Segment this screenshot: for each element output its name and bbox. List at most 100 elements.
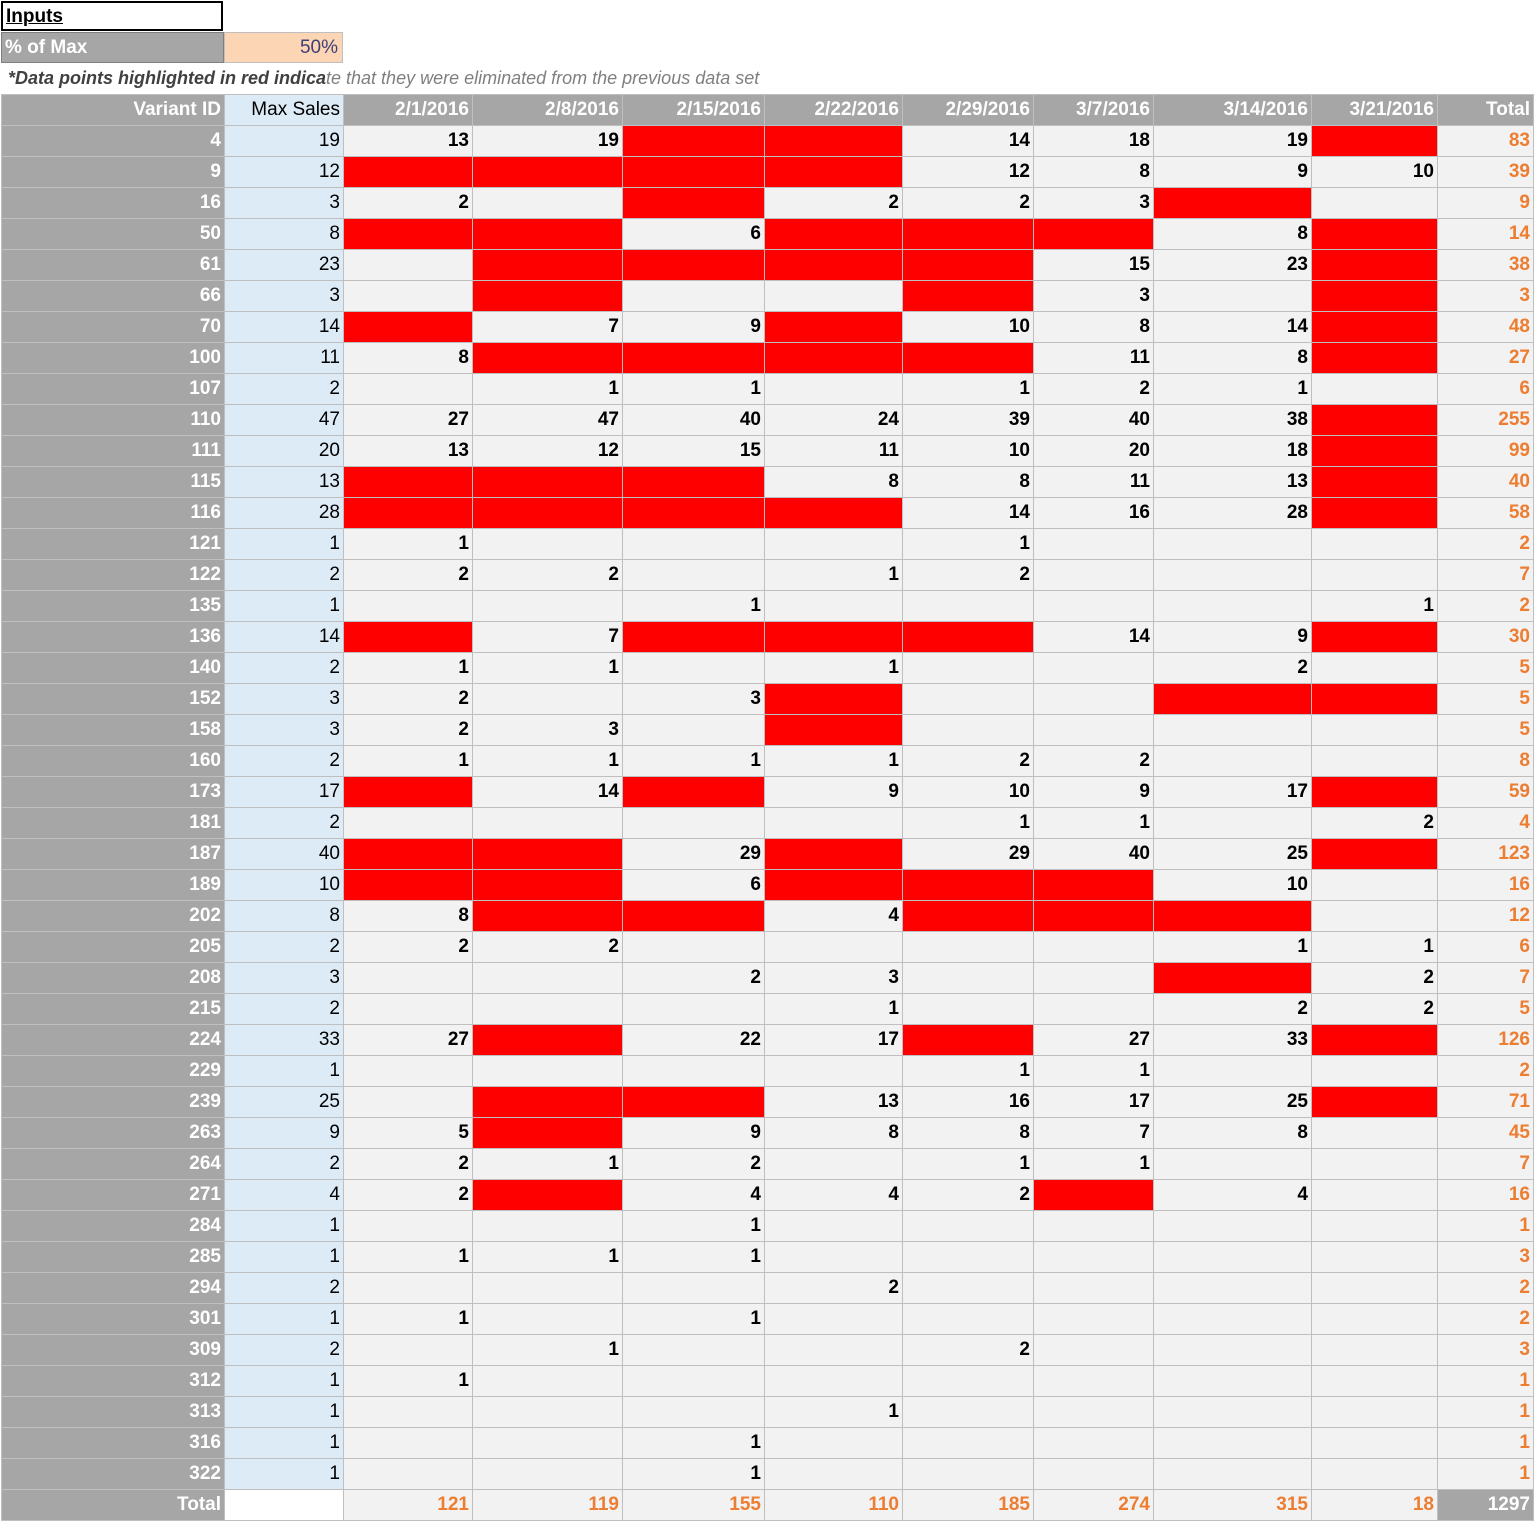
sales-cell[interactable]: 18	[1153, 435, 1312, 467]
sales-cell[interactable]: 2	[622, 1148, 765, 1180]
eliminated-cell[interactable]	[764, 249, 903, 281]
row-total-cell[interactable]: 1	[1437, 1210, 1534, 1242]
variant-id-cell[interactable]: 322	[1, 1458, 225, 1490]
sales-cell[interactable]: 9	[622, 1117, 765, 1149]
sales-cell[interactable]: 1	[1153, 373, 1312, 405]
sales-cell[interactable]: 2	[343, 559, 473, 591]
sales-cell[interactable]: 1	[1153, 931, 1312, 963]
sales-cell[interactable]	[1311, 559, 1438, 591]
sales-cell[interactable]: 2	[902, 1179, 1034, 1211]
eliminated-cell[interactable]	[472, 280, 623, 312]
week-total-cell[interactable]: 110	[764, 1489, 903, 1521]
variant-id-cell[interactable]: 135	[1, 590, 225, 622]
sales-cell[interactable]: 12	[902, 156, 1034, 188]
row-total-cell[interactable]: 30	[1437, 621, 1534, 653]
sales-cell[interactable]: 1	[1033, 1148, 1154, 1180]
sales-cell[interactable]: 2	[1311, 807, 1438, 839]
sales-cell[interactable]: 13	[343, 125, 473, 157]
variant-id-cell[interactable]: 121	[1, 528, 225, 560]
grand-total-cell[interactable]: 1297	[1437, 1489, 1534, 1521]
sales-cell[interactable]: 10	[1311, 156, 1438, 188]
eliminated-cell[interactable]	[472, 249, 623, 281]
variant-id-cell[interactable]: 100	[1, 342, 225, 374]
sales-cell[interactable]: 1	[902, 1148, 1034, 1180]
header-date[interactable]: 2/15/2016	[622, 94, 765, 126]
sales-cell[interactable]: 23	[1153, 249, 1312, 281]
max-sales-cell[interactable]: 33	[224, 1024, 344, 1056]
sales-cell[interactable]: 1	[622, 590, 765, 622]
sales-cell[interactable]	[764, 1334, 903, 1366]
sales-cell[interactable]: 1	[622, 1458, 765, 1490]
sales-cell[interactable]: 2	[622, 962, 765, 994]
eliminated-cell[interactable]	[343, 869, 473, 901]
variant-id-cell[interactable]: 263	[1, 1117, 225, 1149]
sales-cell[interactable]: 14	[472, 776, 623, 808]
eliminated-cell[interactable]	[902, 900, 1034, 932]
sales-cell[interactable]: 8	[1033, 156, 1154, 188]
max-sales-cell[interactable]: 9	[224, 1117, 344, 1149]
sales-cell[interactable]	[1311, 1396, 1438, 1428]
sales-cell[interactable]	[472, 1365, 623, 1397]
sales-cell[interactable]	[343, 993, 473, 1025]
week-total-cell[interactable]: 155	[622, 1489, 765, 1521]
sales-cell[interactable]: 16	[902, 1086, 1034, 1118]
sales-cell[interactable]: 1	[1311, 590, 1438, 622]
sales-cell[interactable]: 29	[622, 838, 765, 870]
sales-cell[interactable]	[1153, 559, 1312, 591]
eliminated-cell[interactable]	[764, 218, 903, 250]
max-sales-cell[interactable]: 20	[224, 435, 344, 467]
sales-cell[interactable]: 1	[764, 1396, 903, 1428]
header-date[interactable]: 2/1/2016	[343, 94, 473, 126]
sales-cell[interactable]: 8	[764, 1117, 903, 1149]
sales-cell[interactable]	[622, 1272, 765, 1304]
sales-cell[interactable]: 40	[1033, 404, 1154, 436]
header-total[interactable]: Total	[1437, 94, 1534, 126]
sales-cell[interactable]: 2	[472, 559, 623, 591]
sales-cell[interactable]	[1033, 1396, 1154, 1428]
sales-cell[interactable]	[1311, 187, 1438, 219]
max-sales-cell[interactable]: 12	[224, 156, 344, 188]
sales-cell[interactable]: 4	[764, 1179, 903, 1211]
sales-cell[interactable]: 17	[1033, 1086, 1154, 1118]
eliminated-cell[interactable]	[1311, 311, 1438, 343]
sales-cell[interactable]	[1311, 373, 1438, 405]
row-total-cell[interactable]: 2	[1437, 1303, 1534, 1335]
sales-cell[interactable]: 3	[1033, 187, 1154, 219]
variant-id-cell[interactable]: 140	[1, 652, 225, 684]
eliminated-cell[interactable]	[343, 218, 473, 250]
eliminated-cell[interactable]	[472, 1086, 623, 1118]
sales-cell[interactable]: 2	[1311, 962, 1438, 994]
eliminated-cell[interactable]	[1311, 683, 1438, 715]
max-sales-cell[interactable]: 2	[224, 993, 344, 1025]
sales-cell[interactable]: 47	[472, 404, 623, 436]
sales-cell[interactable]: 3	[764, 962, 903, 994]
sales-cell[interactable]	[343, 280, 473, 312]
row-total-cell[interactable]: 45	[1437, 1117, 1534, 1149]
eliminated-cell[interactable]	[472, 218, 623, 250]
sales-cell[interactable]: 2	[1033, 745, 1154, 777]
max-sales-cell[interactable]: 19	[224, 125, 344, 157]
variant-id-cell[interactable]: 301	[1, 1303, 225, 1335]
eliminated-cell[interactable]	[622, 900, 765, 932]
sales-cell[interactable]	[764, 280, 903, 312]
sales-cell[interactable]: 28	[1153, 497, 1312, 529]
header-variant-id[interactable]: Variant ID	[1, 94, 225, 126]
row-total-cell[interactable]: 3	[1437, 1241, 1534, 1273]
sales-cell[interactable]: 2	[343, 1179, 473, 1211]
row-total-cell[interactable]: 1	[1437, 1427, 1534, 1459]
row-total-cell[interactable]: 3	[1437, 1334, 1534, 1366]
sales-cell[interactable]	[1033, 1272, 1154, 1304]
sales-cell[interactable]	[472, 1427, 623, 1459]
eliminated-cell[interactable]	[764, 621, 903, 653]
sales-cell[interactable]	[1311, 1272, 1438, 1304]
sales-cell[interactable]: 9	[1153, 156, 1312, 188]
sales-cell[interactable]: 1	[343, 652, 473, 684]
week-total-cell[interactable]: 315	[1153, 1489, 1312, 1521]
eliminated-cell[interactable]	[622, 621, 765, 653]
eliminated-cell[interactable]	[1311, 1086, 1438, 1118]
sales-cell[interactable]	[622, 1396, 765, 1428]
sales-cell[interactable]	[764, 590, 903, 622]
sales-cell[interactable]: 1	[764, 993, 903, 1025]
sales-cell[interactable]	[472, 187, 623, 219]
sales-cell[interactable]	[472, 1458, 623, 1490]
